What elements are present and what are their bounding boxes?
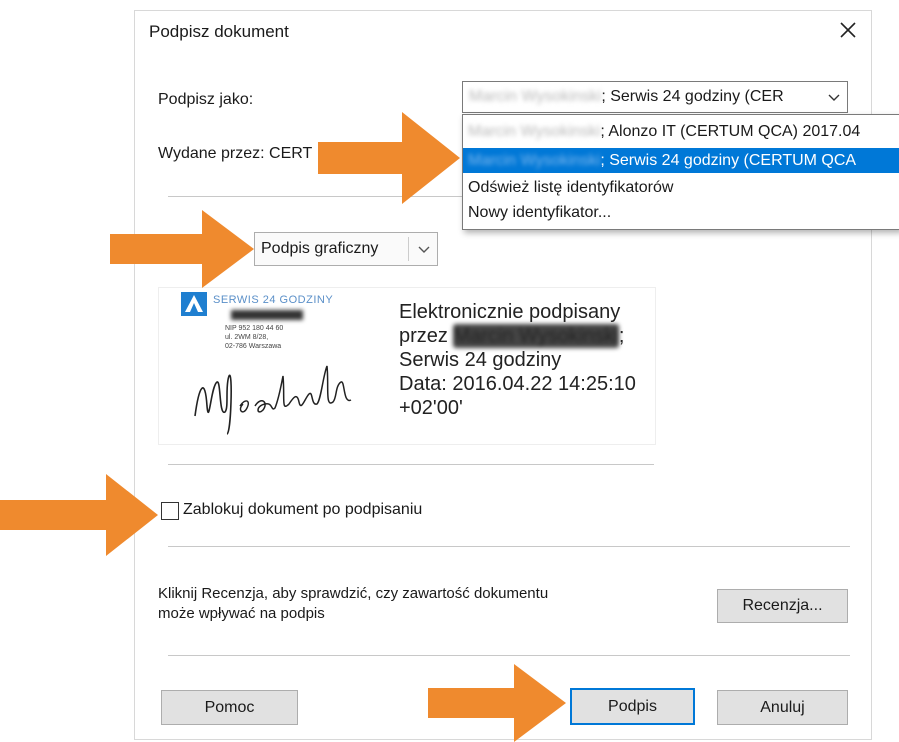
blurred-signer-name: Marcin Wysokinski xyxy=(453,324,619,348)
chevron-down-icon xyxy=(418,246,430,253)
select-separator xyxy=(408,237,409,261)
dropdown-item-new-identity[interactable]: Nowy identyfikator... xyxy=(463,200,899,225)
lock-document-label: Zablokuj dokument po podpisaniu xyxy=(183,501,423,518)
sign-as-label: Podpisz jako: xyxy=(158,91,254,108)
handwritten-signature-icon xyxy=(194,365,352,435)
organization-line: Serwis 24 godziny xyxy=(399,349,562,371)
review-text-line1: Kliknij Recenzja, aby sprawdzić, czy zaw… xyxy=(158,585,549,602)
sign-button[interactable]: Podpis xyxy=(570,688,695,725)
stamp-line: NIP 952 180 44 60 xyxy=(225,325,284,332)
blurred-name: Marcin Wysokinski xyxy=(468,123,601,140)
annotation-arrow-icon xyxy=(318,112,460,204)
sign-as-select[interactable]: Marcin Wysokinski; Serwis 24 godziny (CE… xyxy=(462,81,848,113)
signature-preview: SERWIS 24 GODZINY NIP 952 180 44 60 ul. … xyxy=(158,287,656,445)
signed-line: Elektronicznie podpisany xyxy=(399,301,621,323)
dropdown-item-serwis[interactable]: Marcin Wysokinski; Serwis 24 godziny (CE… xyxy=(463,148,899,173)
dropdown-item-label: ; Serwis 24 godziny (CERTUM QCA xyxy=(600,152,857,169)
sign-as-selected-value: ; Serwis 24 godziny (CER xyxy=(601,88,784,105)
stamp-line: ul. 2WM 8/28, xyxy=(225,334,269,341)
signed-by-suffix: ; xyxy=(618,325,625,347)
close-icon[interactable] xyxy=(833,15,863,45)
annotation-arrow-icon xyxy=(110,210,254,288)
signature-type-value: Podpis graficzny xyxy=(261,240,379,257)
cancel-button[interactable]: Anuluj xyxy=(717,690,848,725)
divider xyxy=(168,546,850,547)
date-line: Data: 2016.04.22 14:25:10 xyxy=(399,373,636,395)
issued-by-label: Wydane przez: CERT xyxy=(158,145,313,162)
signed-by-line: przez Marcin Wysokinski; xyxy=(399,324,636,348)
divider xyxy=(168,464,654,465)
signature-info-text: Elektronicznie podpisany przez Marcin Wy… xyxy=(399,300,636,420)
annotation-arrow-icon xyxy=(428,664,566,742)
review-button[interactable]: Recenzja... xyxy=(717,589,848,623)
dropdown-item-refresh[interactable]: Odśwież listę identyfikatorów xyxy=(463,175,899,200)
lock-document-checkbox[interactable] xyxy=(161,502,179,520)
signed-by-prefix: przez xyxy=(399,325,454,347)
serwis-logo-icon xyxy=(181,292,207,316)
dropdown-item-alonzo[interactable]: Marcin Wysokinski; Alonzo IT (CERTUM QCA… xyxy=(463,119,899,144)
blurred-name: Marcin Wysokinski xyxy=(468,152,601,169)
help-button[interactable]: Pomoc xyxy=(161,690,298,725)
chevron-down-icon xyxy=(828,94,840,101)
identity-dropdown-list: Marcin Wysokinski; Alonzo IT (CERTUM QCA… xyxy=(462,114,899,230)
logo-text: SERWIS 24 GODZINY xyxy=(213,294,334,306)
blurred-stamp-name xyxy=(231,310,303,320)
divider xyxy=(168,655,850,656)
blurred-name: Marcin Wysokinski xyxy=(469,88,602,105)
dropdown-item-label: ; Alonzo IT (CERTUM QCA) 2017.04 xyxy=(600,123,861,140)
title-bar: Podpisz dokument xyxy=(135,11,871,57)
annotation-arrow-icon xyxy=(0,474,158,556)
timezone-line: +02'00' xyxy=(399,397,463,419)
signature-type-select[interactable]: Podpis graficzny xyxy=(254,232,438,266)
dialog-title: Podpisz dokument xyxy=(149,22,289,41)
review-text-line2: może wpływać na podpis xyxy=(158,605,325,622)
